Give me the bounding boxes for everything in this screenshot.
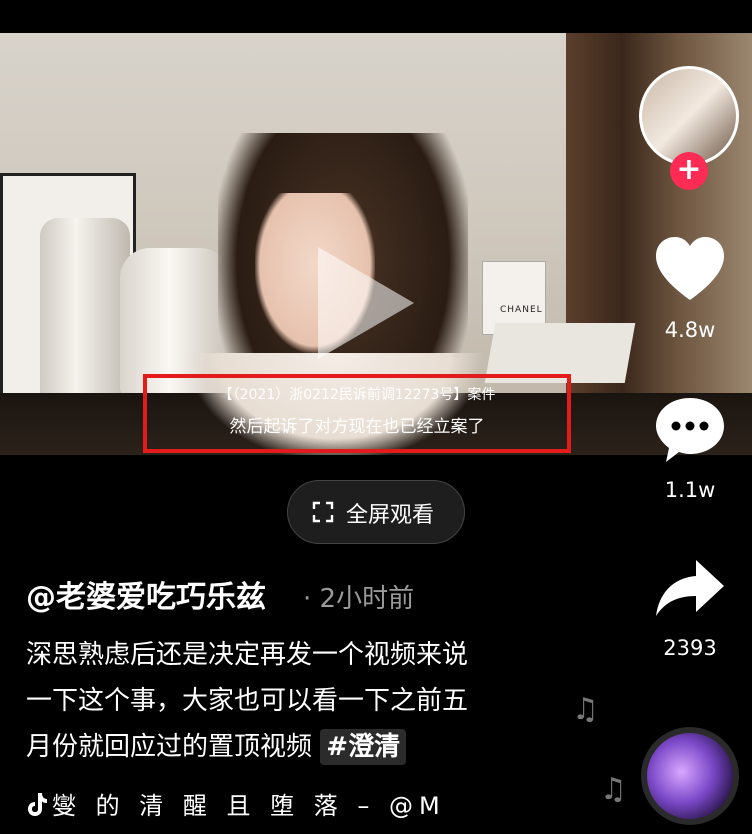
- author-avatar[interactable]: [639, 66, 739, 166]
- music-note-icon: ♫: [572, 692, 599, 727]
- video-bag-brand: CHANEL: [500, 305, 543, 315]
- comment-icon[interactable]: [652, 392, 728, 468]
- comment-count: 1.1w: [664, 478, 716, 502]
- follow-plus-icon[interactable]: +: [670, 152, 708, 190]
- like-count: 4.8w: [664, 318, 716, 342]
- caption-line: 深思熟虑后还是决定再发一个视频来说: [26, 640, 469, 670]
- post-time: · 2小时前: [303, 584, 415, 614]
- tiktok-logo-icon: [28, 793, 47, 816]
- fullscreen-label: 全屏观看: [346, 503, 435, 528]
- caption-line: 月份就回应过的置顶视频 #澄清: [26, 724, 556, 770]
- share-count: 2393: [663, 636, 717, 660]
- music-disc-icon[interactable]: [641, 727, 739, 825]
- author-name[interactable]: @老婆爱吃巧乐兹: [26, 572, 266, 616]
- video-coffee-grinder: [40, 218, 130, 408]
- subtitle-highlight-box: 【（2021）浙0212民诉前调12273号】案件 然后起诉了对方现在也已经立案…: [143, 374, 571, 453]
- hashtag-link[interactable]: #澄清: [320, 729, 407, 765]
- fullscreen-icon: [312, 501, 334, 523]
- caption-line: 一下这个事，大家也可以看一下之前五: [26, 686, 469, 716]
- play-icon[interactable]: [318, 247, 414, 359]
- music-title[interactable]: 燮 的 清 醒 且 堕 落 – @M: [26, 786, 446, 821]
- fullscreen-button[interactable]: 全屏观看: [287, 480, 465, 544]
- case-number-caption: 【（2021）浙0212民诉前调12273号】案件: [218, 387, 496, 403]
- video-subtitle: 然后起诉了对方现在也已经立案了: [229, 417, 485, 437]
- music-note-icon: ♫: [600, 772, 627, 807]
- share-icon[interactable]: [652, 554, 728, 630]
- music-title-text: 燮 的 清 醒 且 堕 落 – @M: [52, 792, 446, 820]
- heart-icon[interactable]: [652, 232, 728, 308]
- post-caption: 深思熟虑后还是决定再发一个视频来说 一下这个事，大家也可以看一下之前五 月份就回…: [26, 632, 556, 770]
- caption-line-text: 月份就回应过的置顶视频: [26, 732, 313, 762]
